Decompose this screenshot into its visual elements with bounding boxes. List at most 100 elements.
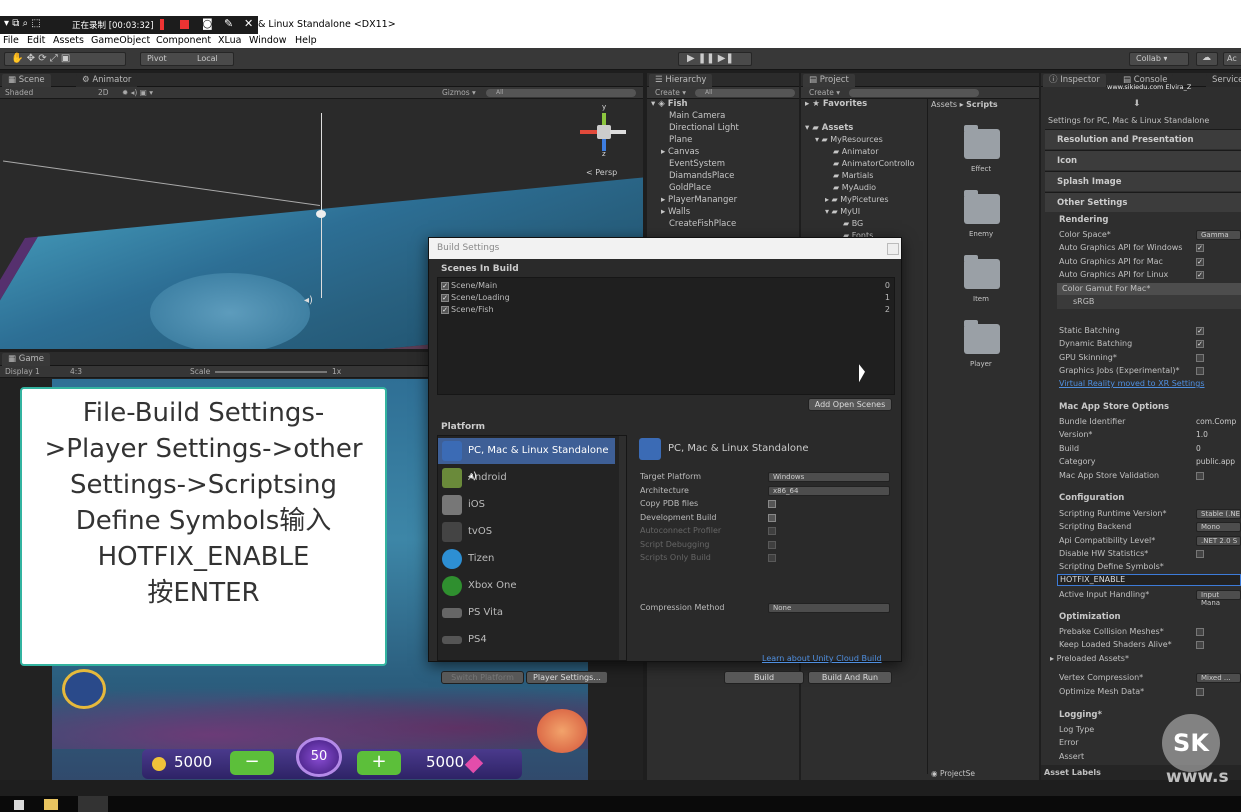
menu-window[interactable]: Window	[249, 35, 286, 46]
platform-item-android[interactable]: Android	[438, 465, 615, 491]
vr-settings-link[interactable]: Virtual Reality moved to XR Settings	[1059, 379, 1205, 388]
scene-checkbox[interactable]: ✓	[441, 305, 449, 314]
menu-help[interactable]: Help	[295, 35, 317, 46]
srgb-item[interactable]: sRGB	[1073, 297, 1094, 306]
plus-button[interactable]: +	[357, 751, 401, 775]
pivot-toggle[interactable]: Pivot Local	[140, 52, 234, 66]
scene-checkbox[interactable]: ✓	[441, 293, 449, 302]
axis-gizmo[interactable]: y z	[578, 103, 630, 158]
dialog-close-button[interactable]	[887, 243, 899, 255]
validation-checkbox[interactable]	[1196, 472, 1204, 480]
assets-item[interactable]: ▾ ▰ Assets	[805, 123, 853, 133]
menu-icon[interactable]: ▾ ⧉ ⌕ ⬚	[4, 18, 41, 29]
menu-gameobject[interactable]: GameObject	[91, 35, 150, 46]
persp-label[interactable]: < Persp	[586, 168, 617, 177]
scene-checkbox[interactable]: ✓	[441, 281, 449, 290]
keep-shaders-checkbox[interactable]	[1196, 641, 1204, 649]
hierarchy-create-button[interactable]: Create ▾	[655, 87, 686, 99]
tab-project[interactable]: ▤ Project	[803, 74, 855, 87]
hierarchy-item[interactable]: EventSystem	[669, 159, 725, 169]
static-batching-checkbox[interactable]: ✓	[1196, 327, 1204, 335]
category-field[interactable]: public.app	[1196, 457, 1235, 466]
windows-start-icon[interactable]	[14, 800, 24, 810]
vertex-compression-dropdown[interactable]: Mixed ...	[1196, 673, 1241, 683]
aspect-dropdown[interactable]: 4:3	[70, 366, 82, 378]
platform-item-standalone[interactable]: PC, Mac & Linux Standalone ◂)	[438, 438, 615, 482]
folder-icon[interactable]	[964, 320, 1000, 354]
disable-hw-checkbox[interactable]	[1196, 550, 1204, 558]
platform-item-xbox[interactable]: Xbox One	[438, 573, 615, 599]
project-create-button[interactable]: Create ▾	[809, 87, 840, 99]
architecture-dropdown[interactable]: x86_64	[768, 486, 890, 496]
graphics-jobs-checkbox[interactable]	[1196, 367, 1204, 375]
script-debug-checkbox[interactable]	[768, 541, 776, 549]
section-icon[interactable]: Icon	[1045, 150, 1241, 170]
project-tree-item[interactable]: ▸ ▰ MyPicetures	[825, 195, 889, 204]
build-and-run-button[interactable]: Build And Run	[808, 671, 892, 684]
compression-dropdown[interactable]: None	[768, 603, 890, 613]
explorer-icon[interactable]	[44, 799, 58, 810]
project-tree-item[interactable]: ▰ Martials	[833, 171, 873, 180]
hierarchy-item[interactable]: Plane	[669, 135, 692, 145]
project-tree-item[interactable]: ▾ ▰ MyUI	[825, 207, 860, 216]
project-tree-item[interactable]: ▰ AnimatorControllo	[833, 159, 915, 168]
api-linux-checkbox[interactable]: ✓	[1196, 271, 1204, 279]
autoconnect-checkbox[interactable]	[768, 527, 776, 535]
tab-hierarchy[interactable]: ☰ Hierarchy	[649, 74, 713, 87]
platform-item-tvos[interactable]: tvOS	[438, 519, 615, 545]
unity-taskbar-icon[interactable]	[78, 796, 108, 812]
tab-inspector[interactable]: ⓘ Inspector	[1043, 74, 1106, 87]
section-other-settings[interactable]: Other Settings	[1045, 192, 1241, 212]
play-controls[interactable]: ▶ ❚❚ ▶❚	[678, 52, 752, 66]
pen-icon[interactable]: ✎	[224, 17, 233, 30]
menu-component[interactable]: Component	[156, 35, 211, 46]
gizmos-dropdown[interactable]: Gizmos ▾	[442, 87, 476, 99]
stop-icon[interactable]	[180, 20, 189, 29]
hierarchy-item[interactable]: ▸ Walls	[661, 207, 690, 217]
tab-game[interactable]: ▦ Game	[2, 353, 51, 366]
tab-animator[interactable]: ⚙ Animator	[76, 74, 138, 87]
hierarchy-search[interactable]: All	[695, 89, 795, 97]
preloaded-assets-toggle[interactable]: ▸ Preloaded Assets*	[1050, 654, 1129, 663]
hierarchy-item[interactable]: ▸ Canvas	[661, 147, 699, 157]
target-platform-dropdown[interactable]: Windows	[768, 472, 890, 482]
scene-search[interactable]: All	[486, 89, 636, 97]
switch-platform-button[interactable]: Switch Platform	[441, 671, 524, 684]
build-button[interactable]: Build	[724, 671, 804, 684]
collab-button[interactable]: Collab ▾	[1129, 52, 1189, 66]
define-symbols-field[interactable]: HOTFIX_ENABLE	[1057, 574, 1241, 586]
dev-build-checkbox[interactable]	[768, 514, 776, 522]
2d-toggle[interactable]: 2D	[98, 87, 109, 99]
close-icon[interactable]: ✕	[244, 17, 253, 30]
play-icon[interactable]: ▶ ❚❚ ▶❚	[687, 53, 734, 64]
platform-item-psvita[interactable]: PS Vita	[438, 600, 615, 626]
gpu-skinning-checkbox[interactable]	[1196, 354, 1204, 362]
tab-scene[interactable]: ▦ Scene	[2, 74, 51, 87]
hierarchy-item[interactable]: ▸ PlayerMananger	[661, 195, 737, 205]
platform-item-ios[interactable]: iOS	[438, 492, 615, 518]
project-search[interactable]	[849, 89, 979, 97]
tab-services[interactable]: Services	[1206, 74, 1241, 87]
build-field[interactable]: 0	[1196, 444, 1201, 453]
dynamic-batching-checkbox[interactable]: ✓	[1196, 340, 1204, 348]
display-dropdown[interactable]: Display 1	[5, 366, 40, 378]
hand-icon[interactable]: ✋ ✥ ⟳ ⤢ ▣	[11, 53, 70, 64]
favorites-item[interactable]: ▸ ★ Favorites	[805, 99, 867, 109]
breadcrumb[interactable]: Assets ▸ Scripts	[931, 100, 998, 109]
platform-item-tizen[interactable]: Tizen	[438, 546, 615, 572]
hierarchy-item[interactable]: GoldPlace	[669, 183, 711, 193]
section-splash[interactable]: Splash Image	[1045, 171, 1241, 191]
camera-icon[interactable]: ◙	[202, 17, 213, 30]
cloud-build-link[interactable]: Learn about Unity Cloud Build	[762, 654, 882, 663]
project-tree-item[interactable]: ▰ Animator	[833, 147, 878, 156]
input-handling-dropdown[interactable]: Input Mana	[1196, 590, 1241, 607]
scene-row[interactable]: ✓ Scene/Fish 2	[441, 305, 893, 314]
copy-pdb-checkbox[interactable]	[768, 500, 776, 508]
folder-icon[interactable]	[964, 125, 1000, 159]
section-resolution[interactable]: Resolution and Presentation	[1045, 129, 1241, 149]
account-button[interactable]: Ac	[1223, 52, 1241, 66]
project-tree-item[interactable]: ▰ BG	[843, 219, 863, 228]
project-tree-item[interactable]: ▾ ▰ MyResources	[815, 135, 883, 144]
backend-dropdown[interactable]: Mono	[1196, 522, 1241, 532]
api-mac-checkbox[interactable]: ✓	[1196, 258, 1204, 266]
